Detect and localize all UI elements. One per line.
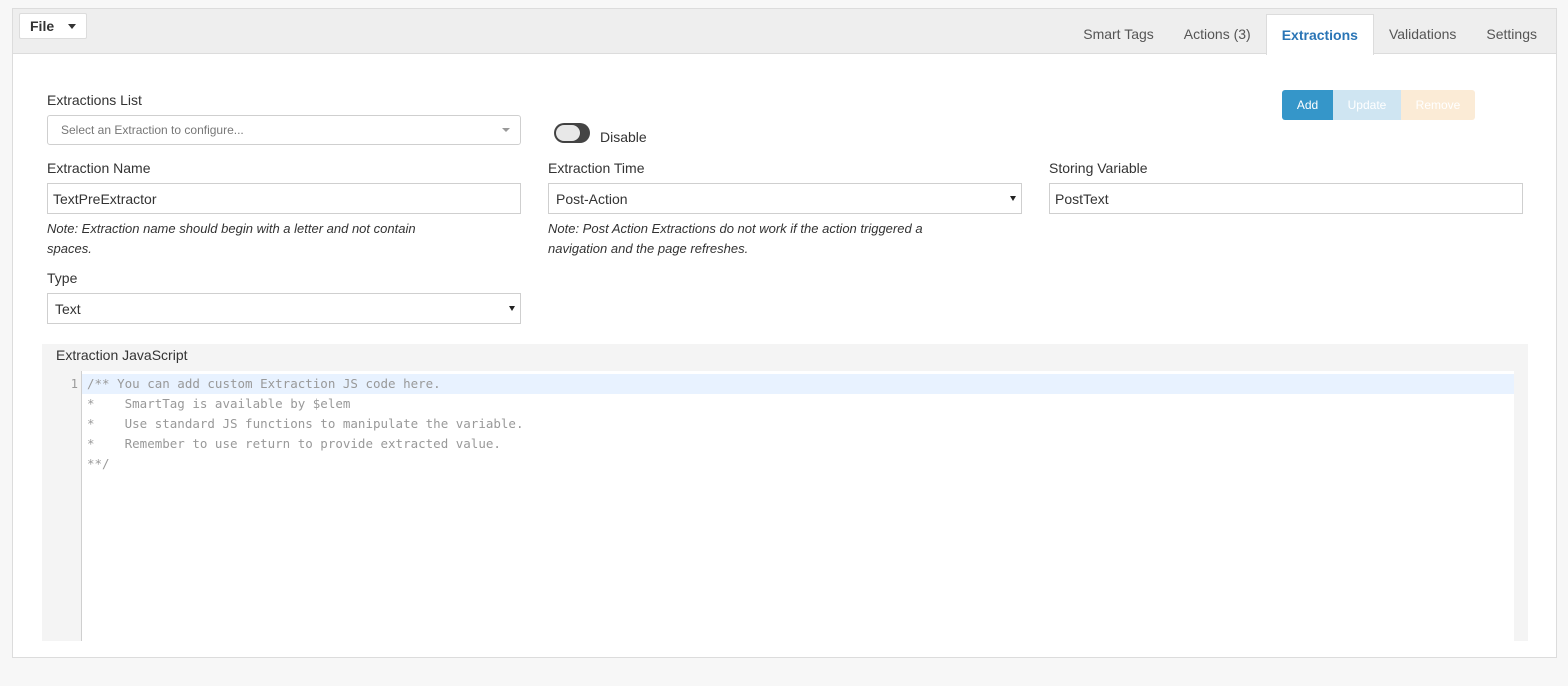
disable-toggle[interactable]	[554, 123, 590, 143]
remove-button[interactable]: Remove	[1401, 90, 1475, 120]
extraction-time-note-line2: navigation and the page refreshes.	[548, 241, 749, 256]
extractions-list-select[interactable]: Select an Extraction to configure...	[47, 115, 521, 145]
extraction-name-field[interactable]: TextPreExtractor	[47, 183, 521, 214]
extraction-time-value: Post-Action	[556, 190, 628, 207]
tab-bar: Smart Tags Actions (3) Extractions Valid…	[1068, 14, 1552, 55]
code-editor[interactable]: /** You can add custom Extraction JS cod…	[81, 371, 1514, 641]
extraction-name-value: TextPreExtractor	[53, 190, 157, 207]
extractions-list-placeholder: Select an Extraction to configure...	[61, 123, 244, 137]
extractions-list-label: Extractions List	[47, 92, 142, 108]
disable-label: Disable	[600, 129, 647, 145]
type-label: Type	[47, 270, 78, 286]
file-menu-label: File	[30, 18, 55, 34]
extraction-time-note: Note: Post Action Extractions do not wor…	[548, 219, 923, 259]
extraction-js-label: Extraction JavaScript	[56, 347, 188, 363]
code-line: * SmartTag is available by $elem	[87, 396, 351, 411]
type-select[interactable]: Text	[47, 293, 521, 324]
extraction-time-note-line1: Note: Post Action Extractions do not wor…	[548, 221, 923, 236]
chevron-down-icon	[502, 128, 510, 132]
code-line: * Remember to use return to provide extr…	[87, 436, 501, 451]
extraction-name-note-line1: Note: Extraction name should begin with …	[47, 221, 416, 236]
top-toolbar: File Smart Tags Actions (3) Extractions …	[13, 9, 1556, 55]
extraction-time-select[interactable]: Post-Action	[548, 183, 1022, 214]
extraction-panel: File Smart Tags Actions (3) Extractions …	[12, 8, 1557, 658]
extraction-name-label: Extraction Name	[47, 160, 151, 176]
tab-extractions[interactable]: Extractions	[1265, 14, 1374, 55]
file-menu-button[interactable]: File	[19, 13, 87, 39]
extraction-js-section: Extraction JavaScript 1 /** You can add …	[42, 344, 1528, 641]
extraction-name-note-line2: spaces.	[47, 241, 92, 256]
tab-smart-tags[interactable]: Smart Tags	[1068, 14, 1169, 54]
editor-gutter: 1	[56, 371, 81, 641]
storing-variable-value: PostText	[1055, 190, 1109, 207]
action-buttons: Add Update Remove	[1282, 90, 1475, 120]
toggle-knob	[556, 125, 580, 141]
add-button[interactable]: Add	[1282, 90, 1333, 120]
storing-variable-label: Storing Variable	[1049, 160, 1148, 176]
tab-validations[interactable]: Validations	[1374, 14, 1471, 54]
caret-down-icon	[68, 24, 76, 29]
dropdown-arrow-icon	[1010, 196, 1016, 201]
line-number: 1	[70, 377, 78, 391]
storing-variable-field[interactable]: PostText	[1049, 183, 1523, 214]
update-button[interactable]: Update	[1333, 90, 1401, 120]
code-line: * Use standard JS functions to manipulat…	[87, 416, 524, 431]
dropdown-arrow-icon	[509, 306, 515, 311]
code-line: /** You can add custom Extraction JS cod…	[87, 376, 441, 391]
type-value: Text	[55, 300, 81, 317]
tab-actions[interactable]: Actions (3)	[1169, 14, 1266, 54]
extraction-time-label: Extraction Time	[548, 160, 645, 176]
extraction-name-note: Note: Extraction name should begin with …	[47, 219, 416, 259]
code-line: **/	[87, 456, 110, 471]
tab-settings[interactable]: Settings	[1471, 14, 1552, 54]
